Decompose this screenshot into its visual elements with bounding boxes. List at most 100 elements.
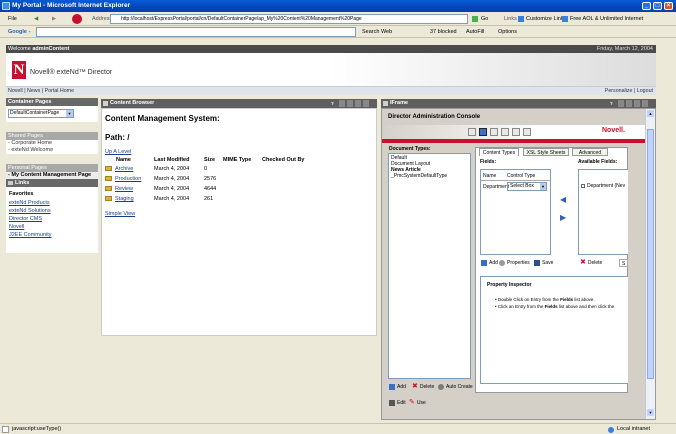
folder-icon [105,176,112,182]
add-icon [481,259,487,266]
favorite-link[interactable]: Director CMS [9,216,95,222]
aol-link[interactable]: Free AOL & Unlimited Internet [570,14,643,24]
toolbar-icon-2[interactable] [479,128,487,136]
minimize-icon[interactable] [634,100,640,107]
properties-button[interactable]: Properties [499,259,530,267]
control-type-select[interactable]: Select Box ▼ [507,182,547,191]
back-button[interactable]: ◀ [34,14,38,24]
iframe-scrollbar[interactable]: ▲ ▼ [645,109,655,419]
move-left-icon[interactable]: ◀ [560,195,566,204]
favorite-link[interactable]: Novell [9,224,95,230]
toolbar-icon-5[interactable] [512,128,520,136]
toolbar-icon-3[interactable] [490,128,498,136]
edit-icon[interactable] [618,100,624,107]
maximize-icon[interactable] [642,100,648,107]
scroll-up-icon[interactable]: ▲ [647,110,654,117]
fields-label: Fields: [480,159,497,165]
minimize-button[interactable]: _ [642,2,651,10]
maximize-icon[interactable] [363,100,369,107]
auto-create-button[interactable]: Auto Create [438,383,473,391]
portlet-icon [8,181,13,185]
favorite-link[interactable]: J2EE Community [9,232,95,238]
chevron-down-icon[interactable]: ▼ [540,183,546,190]
add-field-button[interactable]: Add [481,259,498,267]
toolbar-icon-1[interactable] [468,128,476,136]
up-level-link[interactable]: Up A Level [105,149,131,155]
field-row-name[interactable]: Department [483,184,509,190]
hint-2-bold: Fields [544,304,558,309]
go-button[interactable]: Go [481,14,488,24]
hint-2-prefix: Click an Entry from the [497,304,545,309]
list-item[interactable]: _PmcSystemDefaultType [389,172,470,179]
move-right-icon[interactable]: ▶ [560,213,566,222]
left-sidebar: Container Pages DefaultContainerPage ▼ S… [6,98,98,253]
autofill-button[interactable]: AutoFill [466,27,484,37]
col-checked-out: Checked Out By [262,157,305,163]
table-row[interactable]: Archive [105,166,133,172]
folder-name[interactable]: Review [115,186,133,192]
scroll-thumb[interactable] [647,129,654,379]
scroll-down-icon[interactable]: ▼ [647,409,654,416]
favorite-link[interactable]: exteNd Products [9,200,95,206]
tab-xsl-style-sheets[interactable]: XSL Style Sheets [523,148,569,156]
stop-icon[interactable] [72,14,82,24]
folder-icon [105,166,112,172]
table-row[interactable]: Staging [105,196,134,202]
gear-icon [499,259,505,266]
add-type-button[interactable]: Add [389,383,406,391]
welcome-prefix: Welcome [8,46,33,52]
restore-icon[interactable] [626,100,632,107]
table-row[interactable]: Production [105,176,141,182]
help-icon[interactable]: ? [331,100,334,107]
save-button[interactable]: Save [534,259,553,267]
intranet-icon [608,427,614,433]
folder-name[interactable]: Archive [115,166,133,172]
tab-content-types[interactable]: Content Types [479,148,519,156]
forward-button[interactable]: ▶ [52,14,56,24]
admin-console-frame: Director Administration Console Novell. … [381,108,656,420]
options-button[interactable]: Options [498,27,517,37]
minimize-icon[interactable] [355,100,361,107]
table-row[interactable]: Review [105,186,133,192]
shared-page-item[interactable]: - Corporate Home [6,140,98,147]
maximize-button[interactable]: □ [653,2,662,10]
go-arrow-icon[interactable] [472,16,478,22]
favorite-link[interactable]: exteNd Solutions [9,208,95,214]
available-fields-list[interactable]: Department (Nev [578,169,628,255]
toolbar-icon-4[interactable] [501,128,509,136]
personalize-logout[interactable]: Personalize | Logout [605,87,653,95]
doc-types-list[interactable]: Default Document Layout News Article _Pm… [388,153,471,379]
edit-icon[interactable] [339,100,345,107]
file-menu[interactable]: File [8,14,17,24]
available-field-item[interactable]: Department (Nev [581,183,625,189]
close-button[interactable]: × [664,2,673,10]
portal-nav-links[interactable]: Novell | News | Portal Home [8,88,74,94]
simple-view-link[interactable]: Simple View [105,211,135,217]
header-date: Friday, March 12, 2004 [596,46,653,52]
toolbar-icon-6[interactable] [523,128,531,136]
tab-advanced[interactable]: Advanced [572,148,608,156]
cms-heading: Content Management System: [105,114,220,123]
google-search-input[interactable] [36,27,356,37]
edit-type-button[interactable]: Edit [389,399,406,407]
delete-field-button[interactable]: ✖ Delete [580,259,602,267]
help-icon[interactable]: ? [610,100,613,107]
container-page-select[interactable]: DefaultContainerPage ▼ [8,109,74,118]
search-web-button[interactable]: Search Web [362,27,392,37]
personal-page-item[interactable]: - My Content Management Page [6,172,98,179]
hint-1-suffix: list above. [573,297,595,302]
restore-icon[interactable] [347,100,353,107]
folder-name[interactable]: Staging [115,196,134,202]
chevron-down-icon[interactable]: ▼ [66,110,73,117]
s-button[interactable]: S [619,259,629,267]
shared-page-item[interactable]: - exteNd Welcome [6,147,98,154]
popup-blocked[interactable]: 37 blocked [430,27,457,37]
address-input[interactable]: http://localhost/ExpressPortal/portal/cn… [110,14,468,24]
novell-n-logo: N [12,61,26,79]
folder-name[interactable]: Production [115,176,141,182]
use-type-button[interactable]: ✎ Use [409,399,426,407]
customize-links[interactable]: Customize Links [526,14,566,24]
fields-table[interactable]: Name Control Type Department Select Box … [480,169,551,255]
col-mime: MIME Type [223,157,252,163]
delete-type-button[interactable]: ✖ Delete [412,383,434,391]
